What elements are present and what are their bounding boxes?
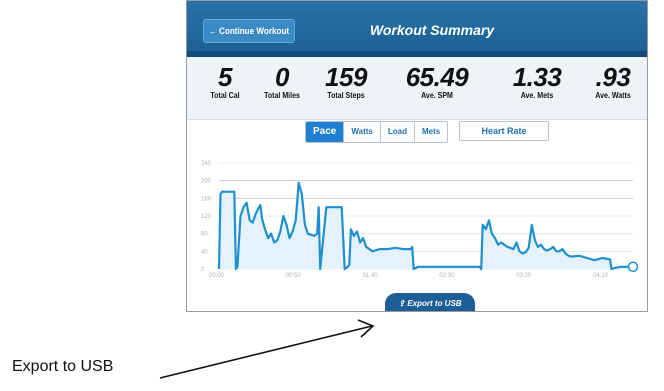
callout-arrow	[159, 319, 375, 379]
export-callout-label: Export to USB	[12, 358, 114, 375]
